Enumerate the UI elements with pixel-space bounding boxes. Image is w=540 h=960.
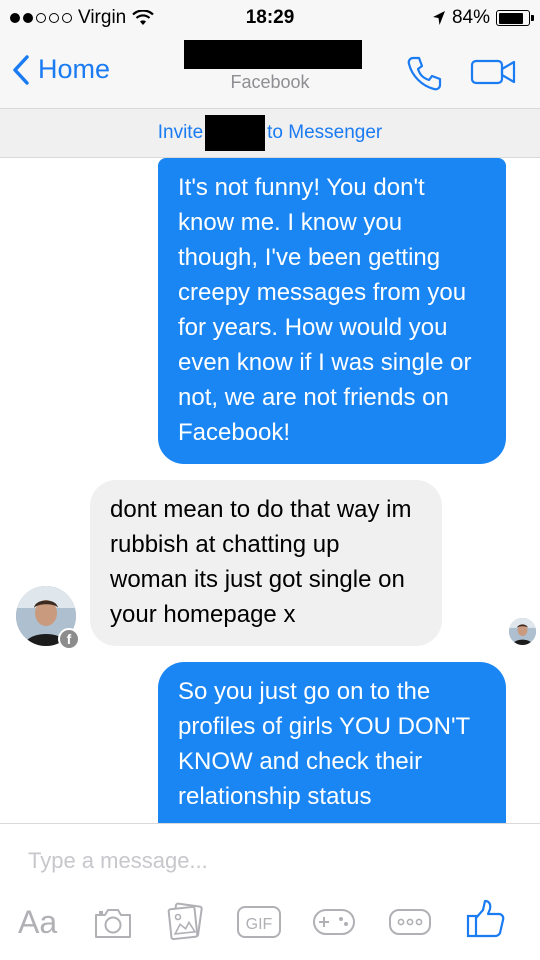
status-bar: Virgin 18:29 84% [0,0,540,38]
message-bubble-received[interactable]: dont mean to do that way im rubbish at c… [90,480,442,646]
text-style-button[interactable]: Aa [18,904,57,941]
invite-label: Invite [157,122,204,143]
redacted-name [205,115,266,151]
contact-subtitle: Facebook [230,72,310,92]
message-composer: Type a message... Aa GIF [0,823,540,960]
photo-icon[interactable] [166,902,204,942]
invite-suffix: to Messenger [267,122,383,143]
thumbs-up-icon[interactable] [466,898,506,940]
camera-icon[interactable] [92,906,134,940]
redacted-contact-name[interactable] [184,40,362,69]
status-right: 84% [432,7,534,29]
battery-icon [496,10,534,26]
message-bubble-sent[interactable]: It's not funny! You don't know me. I kno… [158,158,506,464]
invite-to-messenger-banner[interactable]: Invite to Messenger [0,108,540,158]
conversation-header: Home Facebook [0,38,540,108]
gif-icon[interactable]: GIF [236,904,282,940]
seen-by-avatar [509,618,536,645]
message-bubble-sent[interactable]: So you just go on to the profiles of gir… [158,662,506,823]
composer-toolbar: Aa GIF [0,899,540,952]
location-arrow-icon [432,11,445,25]
message-input[interactable]: Type a message... [28,848,208,874]
facebook-badge-icon: f [58,628,80,650]
phone-icon[interactable] [404,54,444,94]
video-icon[interactable] [470,56,518,88]
more-icon[interactable] [388,906,432,938]
game-controller-icon[interactable] [312,906,356,938]
gif-label: GIF [246,916,273,933]
message-thread[interactable]: It's not funny! You don't know me. I kno… [0,158,540,823]
battery-fill [498,12,523,24]
battery-percentage: 84% [451,7,490,28]
